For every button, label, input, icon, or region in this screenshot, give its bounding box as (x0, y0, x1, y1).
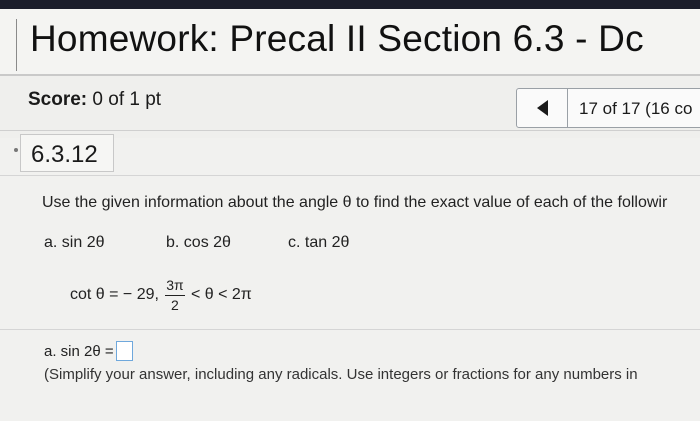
given-lhs: cot θ = − 29, (70, 286, 159, 303)
option-letter: c. (288, 234, 301, 251)
question-number-box: 6.3.12 (20, 134, 114, 172)
divider (0, 329, 700, 330)
answer-label: a. sin 2θ = (44, 342, 114, 360)
answer-hint: (Simplify your answer, including any rad… (44, 366, 638, 383)
browser-top-bar (0, 0, 700, 9)
divider (0, 130, 700, 131)
question-counter: 17 of 17 (16 co (579, 99, 693, 118)
option-a: a. sin 2θ (44, 234, 105, 252)
option-c: c. tan 2θ (288, 234, 349, 252)
question-number: 6.3.12 (31, 141, 98, 168)
option-letter: b. (166, 234, 180, 251)
fraction-numerator: 3π (166, 276, 184, 293)
divider (0, 175, 700, 176)
score-value: 0 of 1 pt (92, 89, 162, 110)
option-expression: tan 2θ (304, 234, 350, 251)
fraction-bar (164, 294, 185, 296)
option-letter: a. (44, 234, 58, 251)
given-condition: cot θ = − 29, 3π 2 < θ < 2π (70, 270, 252, 320)
fraction: 3π 2 (164, 276, 185, 313)
triangle-left-icon (536, 100, 548, 116)
score-label: Score: (28, 89, 88, 110)
question-instructions: Use the given information about the angl… (42, 194, 668, 211)
header-edge-line (16, 19, 17, 71)
previous-question-button[interactable] (517, 89, 568, 127)
page-title: Homework: Precal II Section 6.3 - Dc (30, 18, 644, 59)
given-rhs: < θ < 2π (190, 286, 252, 303)
option-expression: cos 2θ (183, 234, 231, 251)
fraction-denominator: 2 (171, 296, 179, 313)
bullet-dot (14, 148, 18, 152)
score-text: Score: 0 of 1 pt (28, 89, 161, 111)
option-expression: sin 2θ (61, 234, 105, 251)
answer-input[interactable] (115, 341, 133, 361)
option-b: b. cos 2θ (166, 234, 231, 252)
answer-row: a. sin 2θ = (44, 341, 133, 361)
question-navigator: 17 of 17 (16 co (516, 88, 700, 128)
